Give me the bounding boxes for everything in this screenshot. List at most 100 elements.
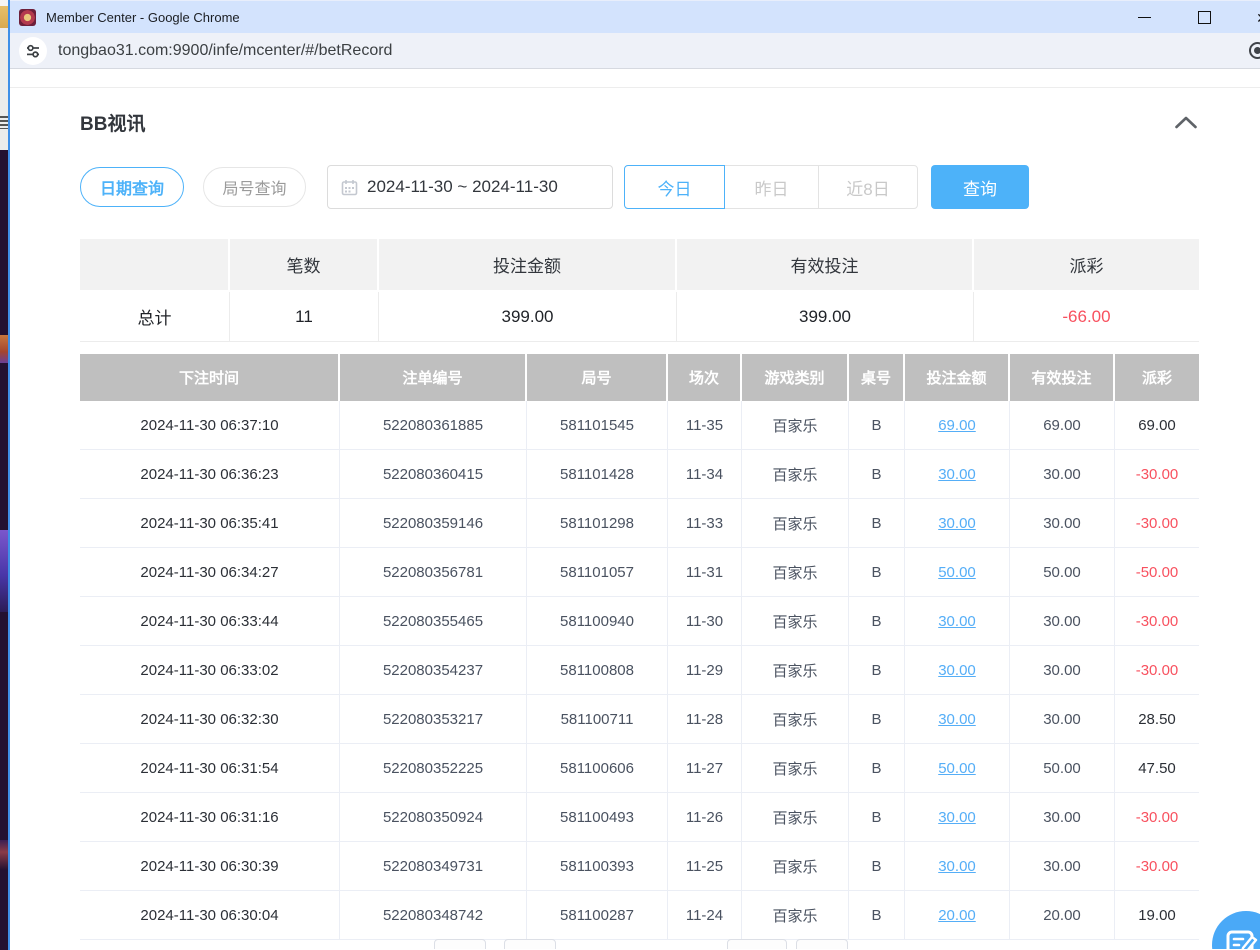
bet-cell-session: 11-33 xyxy=(668,499,742,548)
pagination-button[interactable] xyxy=(727,939,787,949)
date-query-tab[interactable]: 日期查询 xyxy=(80,167,184,207)
bet-cell-bet: 20.00 xyxy=(905,891,1010,940)
bet-cell-game: 百家乐 xyxy=(742,646,849,695)
desktop-background-sliver xyxy=(0,0,8,950)
bet-record-row: 2024-11-30 06:33:02522080354237581100808… xyxy=(80,646,1199,695)
bet-cell-table: B xyxy=(849,401,905,450)
bet-cell-valid: 30.00 xyxy=(1010,793,1115,842)
bet-cell-payout: -30.00 xyxy=(1115,499,1199,548)
bet-amount-link[interactable]: 30.00 xyxy=(938,515,976,532)
quick-range-button[interactable]: 今日 xyxy=(624,165,725,209)
summary-header-cell: 有效投注 xyxy=(677,239,974,292)
bet-header-cell: 场次 xyxy=(668,354,742,401)
pagination-button[interactable] xyxy=(504,939,556,949)
bet-cell-time: 2024-11-30 06:31:16 xyxy=(80,793,340,842)
bet-cell-game: 百家乐 xyxy=(742,695,849,744)
bet-cell-valid: 30.00 xyxy=(1010,499,1115,548)
bet-record-row: 2024-11-30 06:31:54522080352225581100606… xyxy=(80,744,1199,793)
bet-cell-session: 11-31 xyxy=(668,548,742,597)
bet-cell-payout: -30.00 xyxy=(1115,597,1199,646)
bet-cell-session: 11-24 xyxy=(668,891,742,940)
pagination-button[interactable] xyxy=(796,939,848,949)
bet-cell-table: B xyxy=(849,695,905,744)
bet-cell-game: 百家乐 xyxy=(742,842,849,891)
round-query-tab[interactable]: 局号查询 xyxy=(203,167,306,207)
collapse-section-button[interactable] xyxy=(1173,114,1199,132)
bet-cell-payout: -50.00 xyxy=(1115,548,1199,597)
bet-cell-payout: 28.50 xyxy=(1115,695,1199,744)
bet-amount-link[interactable]: 30.00 xyxy=(938,858,976,875)
bet-cell-order-no: 522080349731 xyxy=(340,842,527,891)
bet-cell-order-no: 522080350924 xyxy=(340,793,527,842)
bet-cell-table: B xyxy=(849,793,905,842)
bet-cell-valid: 50.00 xyxy=(1010,744,1115,793)
bet-amount-link[interactable]: 30.00 xyxy=(938,466,976,483)
summary-total-row: 总计 11 399.00 399.00 -66.00 xyxy=(80,292,1199,342)
bet-cell-session: 11-28 xyxy=(668,695,742,744)
edit-note-icon xyxy=(1226,928,1258,949)
bet-cell-order-no: 522080360415 xyxy=(340,450,527,499)
bet-table-body: 2024-11-30 06:37:10522080361885581101545… xyxy=(80,401,1199,940)
feedback-float-button[interactable] xyxy=(1212,911,1260,949)
close-icon: ✕ xyxy=(1256,11,1260,25)
bet-cell-payout: -30.00 xyxy=(1115,793,1199,842)
record-icon[interactable] xyxy=(1249,42,1260,59)
bet-cell-order-no: 522080356781 xyxy=(340,548,527,597)
url-field[interactable]: tongbao31.com:9900/infe/mcenter/#/betRec… xyxy=(58,42,392,60)
quick-range-button[interactable]: 近8日 xyxy=(818,165,918,209)
bet-cell-payout: 19.00 xyxy=(1115,891,1199,940)
bet-cell-table: B xyxy=(849,891,905,940)
summary-valid-bet-value: 399.00 xyxy=(677,292,974,342)
maximize-button[interactable] xyxy=(1184,1,1224,33)
bet-cell-valid: 30.00 xyxy=(1010,646,1115,695)
bet-cell-bet: 30.00 xyxy=(905,499,1010,548)
bet-cell-game: 百家乐 xyxy=(742,450,849,499)
minimize-button[interactable] xyxy=(1124,1,1164,33)
bet-amount-link[interactable]: 50.00 xyxy=(938,564,976,581)
bet-cell-round-no: 581100940 xyxy=(527,597,668,646)
bet-amount-link[interactable]: 20.00 xyxy=(938,907,976,924)
bet-amount-link[interactable]: 30.00 xyxy=(938,662,976,679)
bet-cell-bet: 50.00 xyxy=(905,744,1010,793)
bet-amount-link[interactable]: 50.00 xyxy=(938,760,976,777)
bet-cell-game: 百家乐 xyxy=(742,499,849,548)
bet-cell-time: 2024-11-30 06:32:30 xyxy=(80,695,340,744)
bet-amount-link[interactable]: 30.00 xyxy=(938,613,976,630)
bet-header-cell: 局号 xyxy=(527,354,668,401)
bet-amount-link[interactable]: 69.00 xyxy=(938,417,976,434)
bet-cell-game: 百家乐 xyxy=(742,548,849,597)
bet-cell-round-no: 581100493 xyxy=(527,793,668,842)
bet-cell-payout: 69.00 xyxy=(1115,401,1199,450)
divider xyxy=(10,87,1260,88)
bet-cell-session: 11-35 xyxy=(668,401,742,450)
bet-cell-valid: 30.00 xyxy=(1010,842,1115,891)
bet-cell-session: 11-27 xyxy=(668,744,742,793)
bet-cell-round-no: 581100606 xyxy=(527,744,668,793)
bet-cell-round-no: 581101298 xyxy=(527,499,668,548)
summary-payout-value: -66.00 xyxy=(974,292,1199,342)
date-range-picker[interactable]: 2024-11-30 ~ 2024-11-30 xyxy=(327,165,613,209)
bet-cell-session: 11-29 xyxy=(668,646,742,695)
close-button[interactable]: ✕ xyxy=(1242,1,1260,33)
bet-record-row: 2024-11-30 06:34:27522080356781581101057… xyxy=(80,548,1199,597)
bet-cell-order-no: 522080359146 xyxy=(340,499,527,548)
bet-cell-time: 2024-11-30 06:33:44 xyxy=(80,597,340,646)
quick-range-button[interactable]: 昨日 xyxy=(724,165,819,209)
bet-cell-bet: 30.00 xyxy=(905,597,1010,646)
bet-amount-link[interactable]: 30.00 xyxy=(938,711,976,728)
bet-cell-time: 2024-11-30 06:30:04 xyxy=(80,891,340,940)
bet-header-cell: 下注时间 xyxy=(80,354,340,401)
bet-table-header-row: 下注时间注单编号局号场次游戏类别桌号投注金额有效投注派彩 xyxy=(80,354,1199,401)
summary-header-cell xyxy=(80,239,230,292)
bet-cell-round-no: 581101057 xyxy=(527,548,668,597)
bet-cell-table: B xyxy=(849,842,905,891)
pagination-button[interactable] xyxy=(434,939,486,949)
search-button[interactable]: 查询 xyxy=(931,165,1029,209)
bet-header-cell: 桌号 xyxy=(849,354,905,401)
bet-record-row: 2024-11-30 06:32:30522080353217581100711… xyxy=(80,695,1199,744)
site-settings-button[interactable] xyxy=(19,37,47,65)
bet-cell-session: 11-30 xyxy=(668,597,742,646)
bet-amount-link[interactable]: 30.00 xyxy=(938,809,976,826)
calendar-icon xyxy=(341,179,358,196)
bet-record-row: 2024-11-30 06:37:10522080361885581101545… xyxy=(80,401,1199,450)
